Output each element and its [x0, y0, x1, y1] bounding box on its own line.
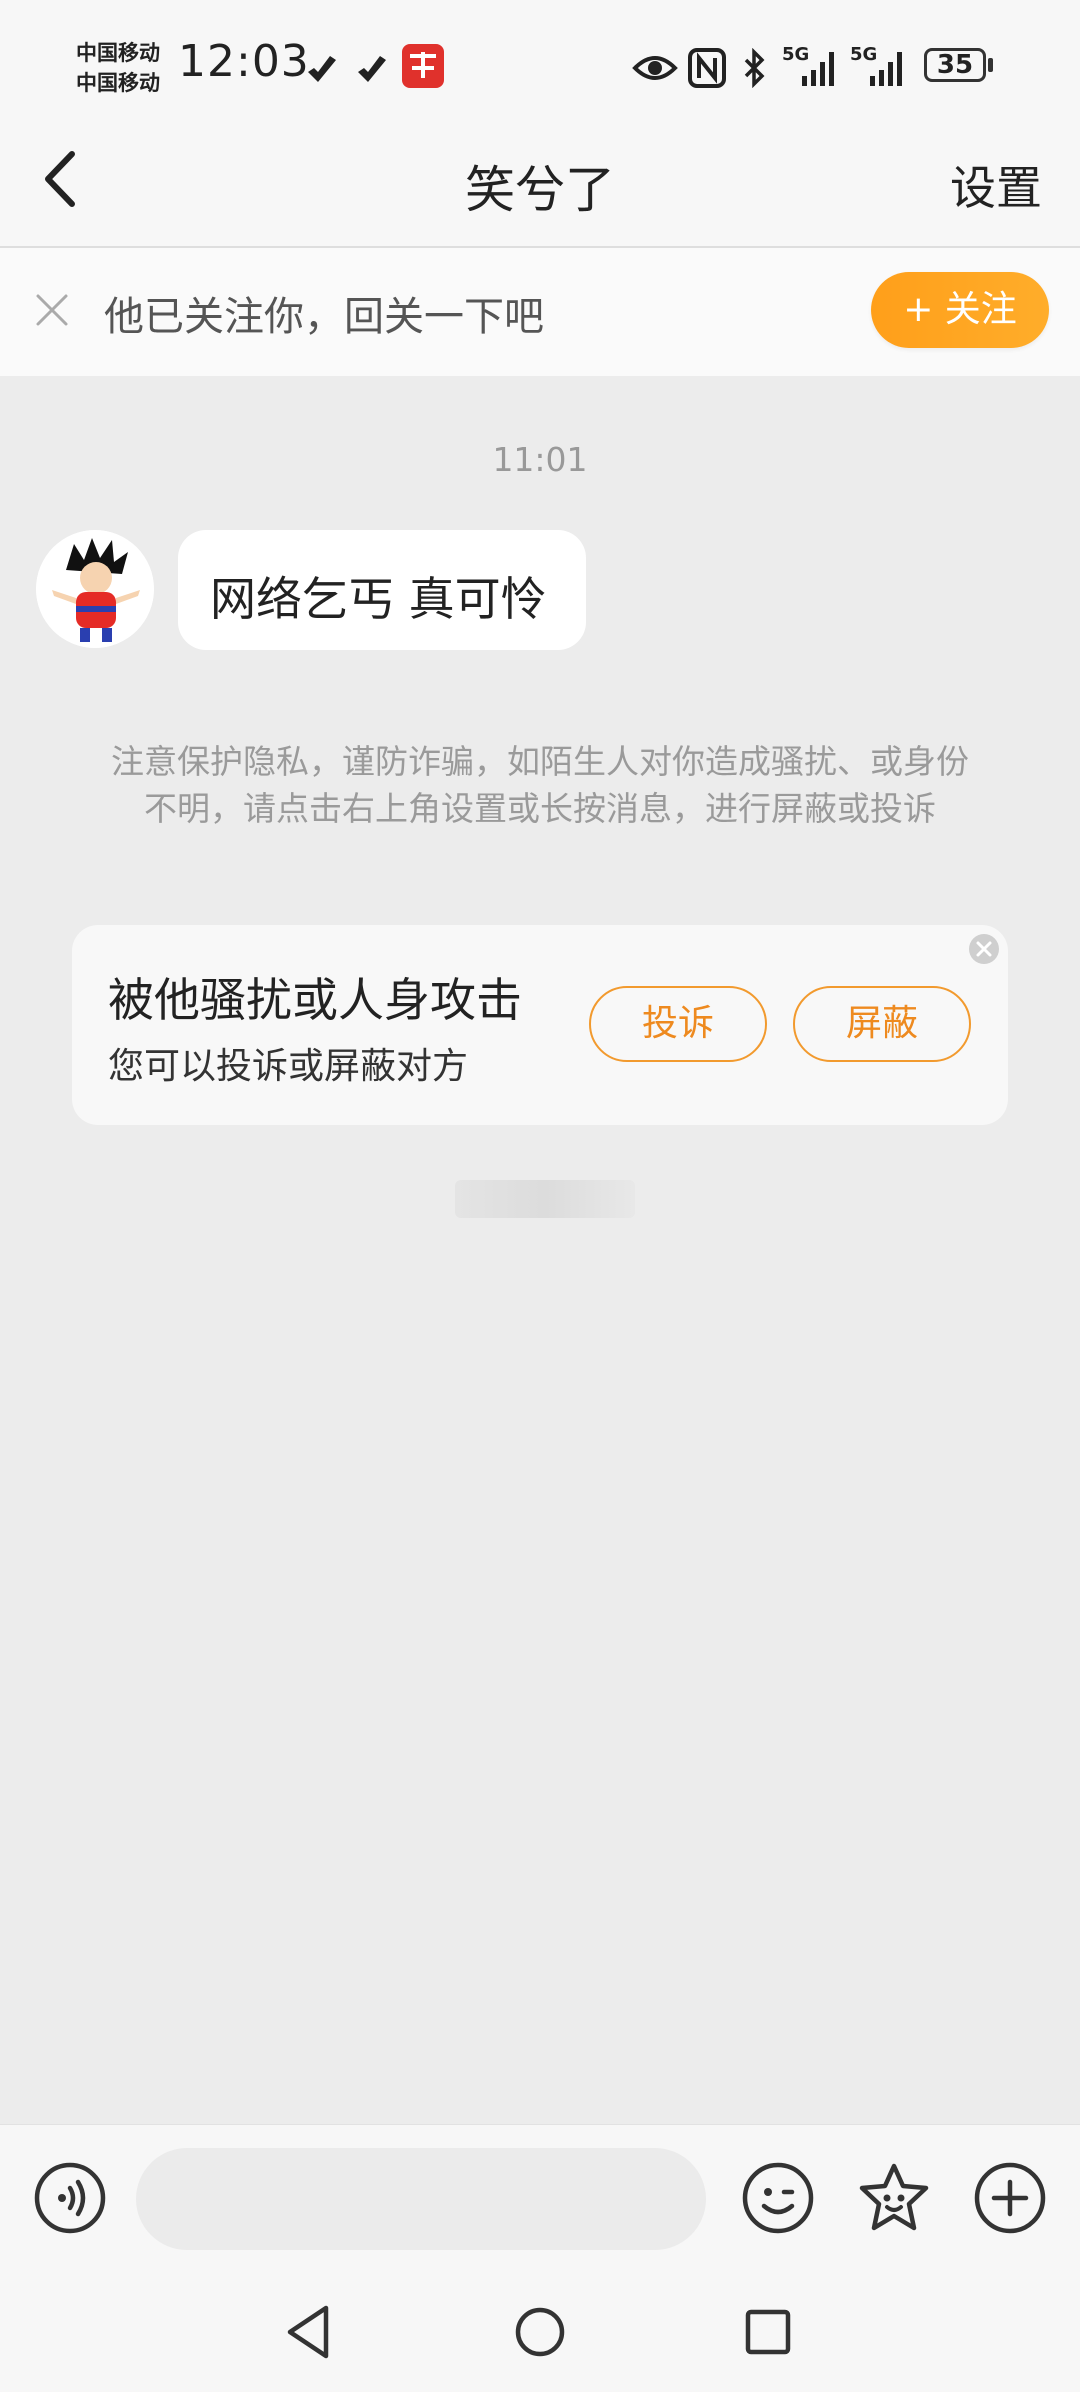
- message-input[interactable]: [136, 2148, 706, 2250]
- carrier-1: 中国移动: [76, 41, 160, 65]
- carrier-2: 中国移动: [76, 71, 160, 95]
- follow-back-button[interactable]: + 关注: [871, 272, 1049, 348]
- nfc-icon: [688, 48, 726, 88]
- close-icon[interactable]: [967, 932, 1001, 966]
- settings-button[interactable]: 设置: [950, 152, 1042, 218]
- close-icon[interactable]: [34, 292, 70, 328]
- blurred-content: [455, 1180, 635, 1218]
- status-bar: [0, 0, 1080, 130]
- app-badge-icon: [402, 44, 444, 88]
- message-timestamp: 11:01: [492, 440, 588, 479]
- signal-icon: [802, 52, 834, 86]
- carrier-labels: 中国移动 中国移动: [76, 38, 160, 98]
- tiktok-icon: [358, 56, 386, 82]
- tiktok-icon: [308, 56, 336, 82]
- block-button[interactable]: 屏蔽: [793, 986, 971, 1062]
- eye-icon: [632, 56, 678, 80]
- home-icon[interactable]: [510, 2300, 570, 2364]
- report-card-title: 被他骚扰或人身攻击: [108, 973, 522, 1027]
- message-text: 网络乞丐 真可怜: [210, 572, 547, 626]
- page-title: 笑兮了: [465, 161, 615, 219]
- recents-icon[interactable]: [738, 2300, 798, 2364]
- bluetooth-icon: [744, 48, 765, 88]
- report-card-subtitle: 您可以投诉或屏蔽对方: [108, 1046, 469, 1087]
- status-clock: 12:03: [178, 36, 310, 87]
- signal-icon: [870, 52, 902, 86]
- report-button[interactable]: 投诉: [589, 986, 767, 1062]
- emoji-icon[interactable]: [740, 2160, 816, 2236]
- sticker-icon[interactable]: [856, 2160, 932, 2236]
- avatar[interactable]: [36, 530, 154, 648]
- privacy-notice: 注意保护隐私，谨防诈骗，如陌生人对你造成骚扰、或身份不明，请点击右上角设置或长按…: [111, 742, 969, 828]
- avatar-image: [36, 530, 154, 648]
- battery-icon: 35: [924, 48, 986, 82]
- voice-icon[interactable]: [32, 2160, 108, 2236]
- back-icon[interactable]: [280, 2300, 340, 2364]
- follow-banner-text: 他已关注你，回关一下吧: [104, 294, 544, 340]
- battery-tip: [988, 58, 993, 72]
- plus-icon[interactable]: [972, 2160, 1048, 2236]
